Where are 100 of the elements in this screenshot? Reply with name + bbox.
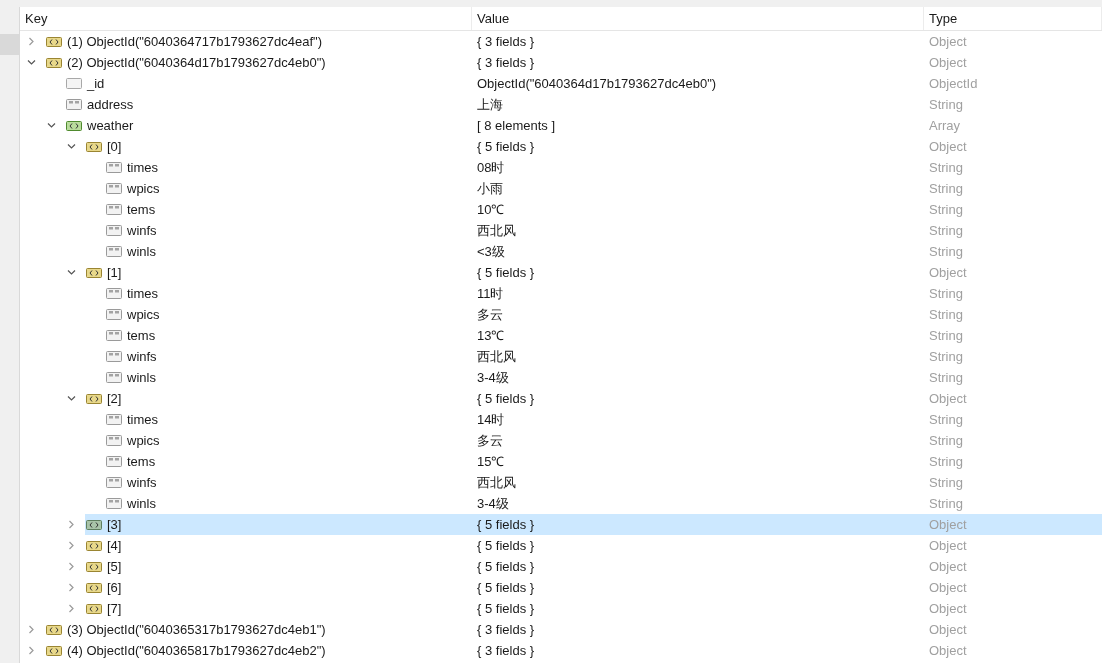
array-icon: [66, 120, 82, 131]
object-icon: [86, 540, 102, 551]
chevron-right-icon[interactable]: [67, 541, 76, 550]
value-text: 14时: [477, 411, 505, 427]
column-header[interactable]: Type: [924, 7, 1102, 30]
tree-row[interactable]: [2] { 5 fields } Object: [85, 388, 1102, 409]
tree-row[interactable]: winfs 西北风 String: [105, 472, 1102, 493]
tree-row[interactable]: wpics 多云 String: [105, 430, 1102, 451]
value-text: ObjectId("6040364d17b1793627dc4eb0"): [477, 75, 717, 91]
value-text: 多云: [477, 432, 503, 448]
string-icon: [106, 246, 122, 257]
tree-row[interactable]: (1) ObjectId("6040364717b1793627dc4eaf") { 3 fields } Object: [45, 31, 1102, 52]
tree-row[interactable]: [6] { 5 fields } Object: [85, 577, 1102, 598]
tree-row[interactable]: times 11时 String: [105, 283, 1102, 304]
tree-row[interactable]: wpics 多云 String: [105, 304, 1102, 325]
key-text: winfs: [127, 221, 157, 240]
tree-row[interactable]: wpics 小雨 String: [105, 178, 1102, 199]
string-icon: [106, 414, 122, 425]
tree-row[interactable]: winls <3级 String: [105, 241, 1102, 262]
key-text: times: [127, 410, 159, 429]
type-text: Object: [929, 579, 967, 595]
tree-row[interactable]: (3) ObjectId("6040365317b1793627dc4eb1") { 3 fields } Object: [45, 619, 1102, 640]
key-text: winls: [127, 494, 156, 513]
string-icon: [106, 162, 122, 173]
tree-row[interactable]: (4) ObjectId("6040365817b1793627dc4eb2") { 3 fields } Object: [45, 640, 1102, 661]
tree-row[interactable]: tems 13℃ String: [105, 325, 1102, 346]
type-text: Object: [929, 138, 967, 154]
string-icon: [106, 456, 122, 467]
string-icon: [106, 183, 122, 194]
object-icon: [86, 582, 102, 593]
key-text: (4) ObjectId("6040365817b1793627dc4eb2"): [67, 641, 326, 660]
tree-row[interactable]: tems 15℃ String: [105, 451, 1102, 472]
chevron-down-icon[interactable]: [67, 394, 76, 403]
type-text: Object: [929, 33, 967, 49]
tree-row[interactable]: winls 3-4级 String: [105, 367, 1102, 388]
object-icon: [86, 561, 102, 572]
tree-row[interactable]: address 上海 String: [65, 94, 1102, 115]
value-text: 西北风: [477, 222, 516, 238]
type-text: String: [929, 306, 963, 322]
field-icon: [66, 78, 82, 89]
chevron-down-icon[interactable]: [27, 58, 36, 67]
type-text: String: [929, 369, 963, 385]
key-text: times: [127, 284, 159, 303]
string-icon: [66, 99, 82, 110]
column-header[interactable]: Value: [472, 7, 924, 30]
object-icon: [86, 267, 102, 278]
tree-row[interactable]: tems 10℃ String: [105, 199, 1102, 220]
tree-row[interactable]: winfs 西北风 String: [105, 346, 1102, 367]
tree-row[interactable]: winfs 西北风 String: [105, 220, 1102, 241]
tree-row[interactable]: weather [ 8 elements ] Array: [65, 115, 1102, 136]
value-text: 3-4级: [477, 369, 509, 385]
value-text: 西北风: [477, 474, 516, 490]
type-text: String: [929, 432, 963, 448]
string-icon: [106, 435, 122, 446]
string-icon: [106, 204, 122, 215]
type-text: String: [929, 159, 963, 175]
tree-row[interactable]: [7] { 5 fields } Object: [85, 598, 1102, 619]
object-icon: [86, 393, 102, 404]
value-text: 多云: [477, 306, 503, 322]
key-text: [5]: [107, 557, 122, 576]
chevron-right-icon[interactable]: [67, 520, 76, 529]
tree-row[interactable]: [3] { 5 fields } Object: [85, 514, 1102, 535]
value-text: { 3 fields }: [477, 54, 535, 70]
tree-row[interactable]: winls 3-4级 String: [105, 493, 1102, 514]
value-text: { 5 fields }: [477, 516, 535, 532]
chevron-down-icon[interactable]: [47, 121, 56, 130]
object-icon: [46, 57, 62, 68]
chevron-right-icon[interactable]: [27, 646, 36, 655]
value-text: { 3 fields }: [477, 642, 535, 658]
chevron-right-icon[interactable]: [27, 37, 36, 46]
column-header[interactable]: Key: [20, 7, 472, 30]
key-text: (1) ObjectId("6040364717b1793627dc4eaf"): [67, 32, 322, 51]
chevron-right-icon[interactable]: [27, 625, 36, 634]
type-text: String: [929, 180, 963, 196]
tree-row[interactable]: _id ObjectId("6040364d17b1793627dc4eb0") ObjectId: [65, 73, 1102, 94]
value-text: { 5 fields }: [477, 390, 535, 406]
tree-row[interactable]: [0] { 5 fields } Object: [85, 136, 1102, 157]
type-text: Object: [929, 54, 967, 70]
tree-row[interactable]: [4] { 5 fields } Object: [85, 535, 1102, 556]
string-icon: [106, 477, 122, 488]
chevron-down-icon[interactable]: [67, 268, 76, 277]
key-text: [2]: [107, 389, 122, 408]
chevron-down-icon[interactable]: [67, 142, 76, 151]
key-text: [7]: [107, 599, 122, 618]
tree-row[interactable]: [5] { 5 fields } Object: [85, 556, 1102, 577]
value-text: { 3 fields }: [477, 621, 535, 637]
tree-row[interactable]: times 08时 String: [105, 157, 1102, 178]
object-icon: [86, 141, 102, 152]
type-text: String: [929, 327, 963, 343]
tree-row[interactable]: [1] { 5 fields } Object: [85, 262, 1102, 283]
key-text: address: [87, 95, 134, 114]
object-icon: [46, 624, 62, 635]
chevron-right-icon[interactable]: [67, 604, 76, 613]
string-icon: [106, 309, 122, 320]
tree-row[interactable]: times 14时 String: [105, 409, 1102, 430]
tree-row[interactable]: (2) ObjectId("6040364d17b1793627dc4eb0") { 3 fields } Object: [45, 52, 1102, 73]
chevron-right-icon[interactable]: [67, 562, 76, 571]
object-icon: [46, 36, 62, 47]
value-text: 11时: [477, 285, 504, 301]
chevron-right-icon[interactable]: [67, 583, 76, 592]
